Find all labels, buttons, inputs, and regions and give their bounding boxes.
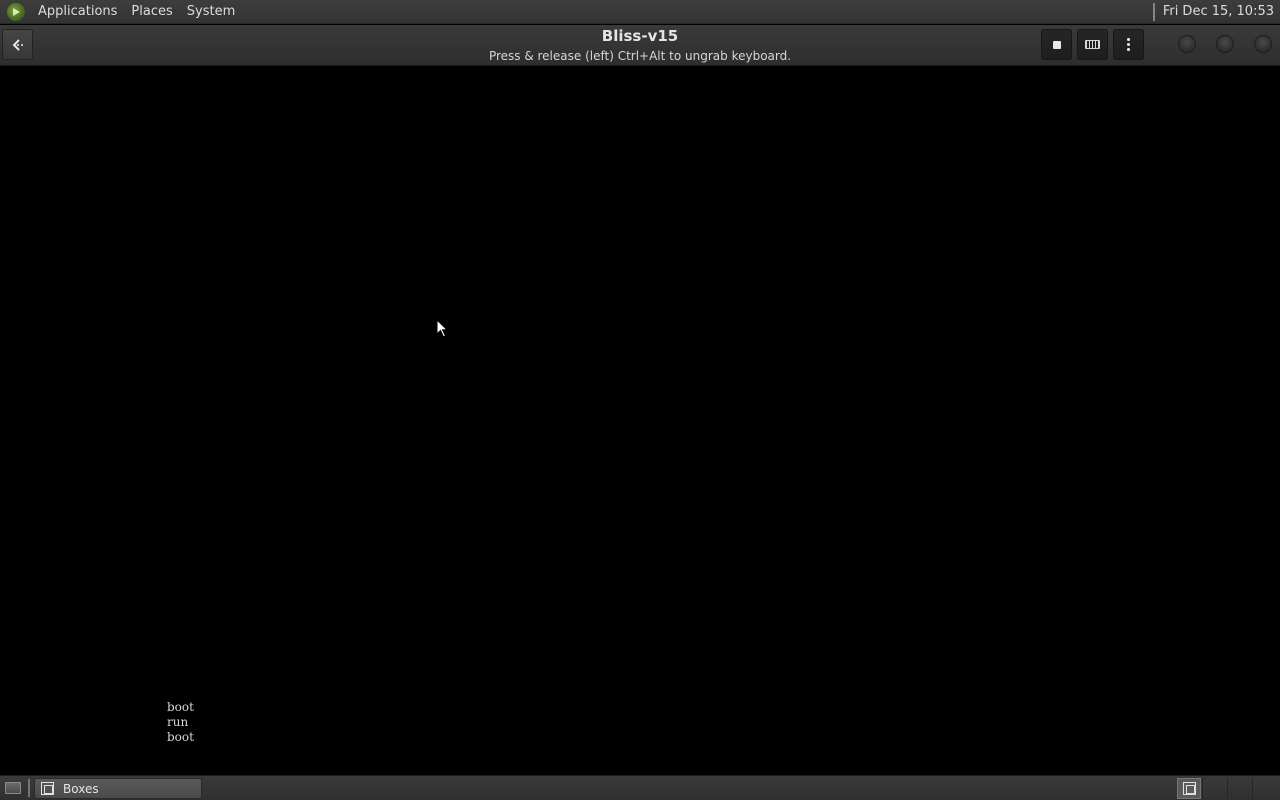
taskbar-item-boxes[interactable]: Boxes [34, 778, 202, 799]
top-panel: Applications Places System Fri Dec 15, 1… [0, 0, 1280, 24]
workspace-1[interactable] [1177, 778, 1201, 799]
clock[interactable]: Fri Dec 15, 10:53 [1163, 4, 1280, 19]
go-back-icon [12, 38, 23, 51]
vm-display[interactable]: boot run boot [0, 66, 1280, 774]
boxes-header-bar: Bliss-v15 Press & release (left) Ctrl+Al… [0, 25, 1280, 66]
console-line: boot [167, 730, 194, 744]
boxes-app-icon [41, 782, 54, 795]
bottom-panel: Boxes [0, 775, 1280, 800]
console-output: boot run boot [167, 700, 194, 745]
workspace-2[interactable] [1202, 778, 1226, 799]
workspace-3[interactable] [1227, 778, 1251, 799]
maximize-button[interactable] [1216, 35, 1234, 53]
mate-logo-icon[interactable] [7, 2, 25, 21]
applications-menu[interactable]: Applications [31, 0, 124, 24]
back-button[interactable] [2, 29, 33, 60]
minimize-button[interactable] [1178, 35, 1196, 53]
title-block: Bliss-v15 Press & release (left) Ctrl+Al… [340, 26, 940, 65]
panel-handle[interactable] [28, 779, 30, 797]
fullscreen-button[interactable] [1041, 29, 1072, 60]
taskbar-item-label: Boxes [63, 781, 99, 796]
boxes-app-icon [1182, 782, 1196, 795]
workspace-4[interactable] [1252, 778, 1276, 799]
panel-handle[interactable] [1152, 2, 1155, 21]
places-menu[interactable]: Places [124, 0, 179, 24]
window-title: Bliss-v15 [601, 27, 679, 45]
keyboard-icon [1085, 40, 1100, 49]
more-options-icon [1127, 38, 1130, 51]
ungrab-hint: Press & release (left) Ctrl+Alt to ungra… [488, 49, 792, 63]
show-desktop-icon [5, 782, 21, 794]
send-keys-button[interactable] [1077, 29, 1108, 60]
properties-menu-button[interactable] [1113, 29, 1144, 60]
show-desktop-button[interactable] [2, 779, 24, 797]
fullscreen-icon [1052, 40, 1061, 49]
mouse-pointer-icon [436, 319, 449, 338]
console-line: run [167, 715, 189, 729]
system-menu[interactable]: System [180, 0, 242, 24]
console-line: boot [167, 700, 194, 714]
close-button[interactable] [1254, 35, 1272, 53]
